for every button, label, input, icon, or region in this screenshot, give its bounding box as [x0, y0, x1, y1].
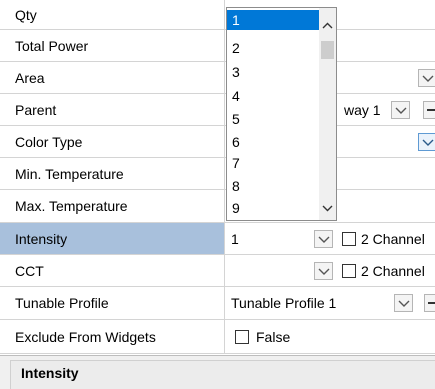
intensity-value-text: 1 — [231, 231, 239, 247]
row-label: Area — [0, 62, 225, 93]
qty-option[interactable]: 8 — [227, 176, 319, 196]
row-exclude-from-widgets[interactable]: Exclude From Widgets False — [0, 320, 435, 354]
row-label: Intensity — [0, 223, 225, 254]
area-dropdown-button[interactable] — [418, 69, 435, 87]
row-label: Total Power — [0, 30, 225, 61]
chevron-up-icon[interactable] — [322, 22, 333, 29]
description-box: Intensity — [10, 360, 435, 389]
row-label: CCT — [0, 255, 225, 286]
row-label: Exclude From Widgets — [0, 320, 225, 353]
row-label: Tunable Profile — [0, 287, 225, 319]
qty-option[interactable]: 5 — [227, 109, 319, 129]
exclude-from-widgets-value[interactable]: False — [226, 320, 435, 353]
row-min-temperature[interactable]: Min. Temperature — [0, 158, 435, 190]
chevron-down-icon — [395, 107, 407, 114]
intensity-2-channel-checkbox[interactable] — [342, 232, 356, 246]
row-total-power[interactable]: Total Power — [0, 30, 435, 62]
row-label: Qty — [0, 0, 225, 29]
row-label: Min. Temperature — [0, 158, 225, 189]
minus-icon — [428, 302, 435, 304]
intensity-value[interactable]: 1 2 Channel — [226, 223, 435, 254]
row-qty[interactable]: Qty — [0, 0, 435, 30]
parent-value-text: way 1 — [344, 102, 381, 118]
row-tunable-profile[interactable]: Tunable Profile Tunable Profile 1 — [0, 287, 435, 320]
row-parent[interactable]: Parent way 1 — [0, 94, 435, 126]
tunable-profile-remove-button[interactable] — [424, 294, 435, 312]
intensity-2-channel-label: 2 Channel — [361, 231, 425, 247]
description-panel: Intensity — [0, 355, 435, 389]
row-label: Max. Temperature — [0, 190, 225, 222]
row-color-type[interactable]: Color Type — [0, 126, 435, 158]
qty-option[interactable]: 6 — [227, 132, 319, 152]
description-title: Intensity — [21, 365, 79, 381]
row-max-temperature[interactable]: Max. Temperature — [0, 190, 435, 223]
parent-dropdown-button[interactable] — [391, 101, 410, 119]
qty-dropdown-list[interactable]: 1 2 3 4 5 6 7 8 9 — [226, 7, 337, 221]
chevron-down-icon — [318, 236, 330, 243]
minus-icon — [427, 109, 435, 111]
chevron-down-icon — [398, 300, 410, 307]
cct-2-channel-checkbox[interactable] — [342, 264, 356, 278]
chevron-down-icon — [318, 268, 330, 275]
parent-remove-button[interactable] — [423, 101, 435, 119]
intensity-dropdown-button[interactable] — [314, 230, 333, 248]
row-area[interactable]: Area — [0, 62, 435, 94]
row-label: Parent — [0, 94, 225, 125]
tunable-profile-dropdown-button[interactable] — [394, 294, 413, 312]
qty-option[interactable]: 9 — [227, 198, 319, 218]
row-cct[interactable]: CCT 2 Channel — [0, 255, 435, 287]
cct-2-channel-label: 2 Channel — [361, 263, 425, 279]
qty-option[interactable]: 3 — [227, 62, 319, 82]
qty-option[interactable]: 4 — [227, 86, 319, 106]
row-intensity[interactable]: Intensity 1 2 Channel — [0, 223, 435, 255]
qty-option[interactable]: 1 — [227, 10, 319, 30]
exclude-from-widgets-value-text: False — [256, 329, 291, 345]
qty-list-scrollbar[interactable] — [319, 8, 336, 220]
row-label: Color Type — [0, 126, 225, 157]
tunable-profile-value-text: Tunable Profile 1 — [231, 295, 337, 311]
cct-value[interactable]: 2 Channel — [226, 255, 435, 286]
chevron-down-icon — [422, 139, 434, 146]
qty-option[interactable]: 2 — [227, 38, 319, 58]
cct-dropdown-button[interactable] — [314, 262, 333, 280]
qty-option[interactable]: 7 — [227, 153, 319, 173]
tunable-profile-value[interactable]: Tunable Profile 1 — [226, 287, 435, 319]
scrollbar-thumb[interactable] — [321, 41, 334, 59]
chevron-down-icon[interactable] — [322, 205, 333, 212]
exclude-from-widgets-checkbox[interactable] — [235, 330, 249, 344]
chevron-down-icon — [422, 75, 434, 82]
property-grid: Qty Total Power Area Parent way 1 Color … — [0, 0, 435, 354]
color-type-dropdown-button[interactable] — [418, 133, 435, 151]
